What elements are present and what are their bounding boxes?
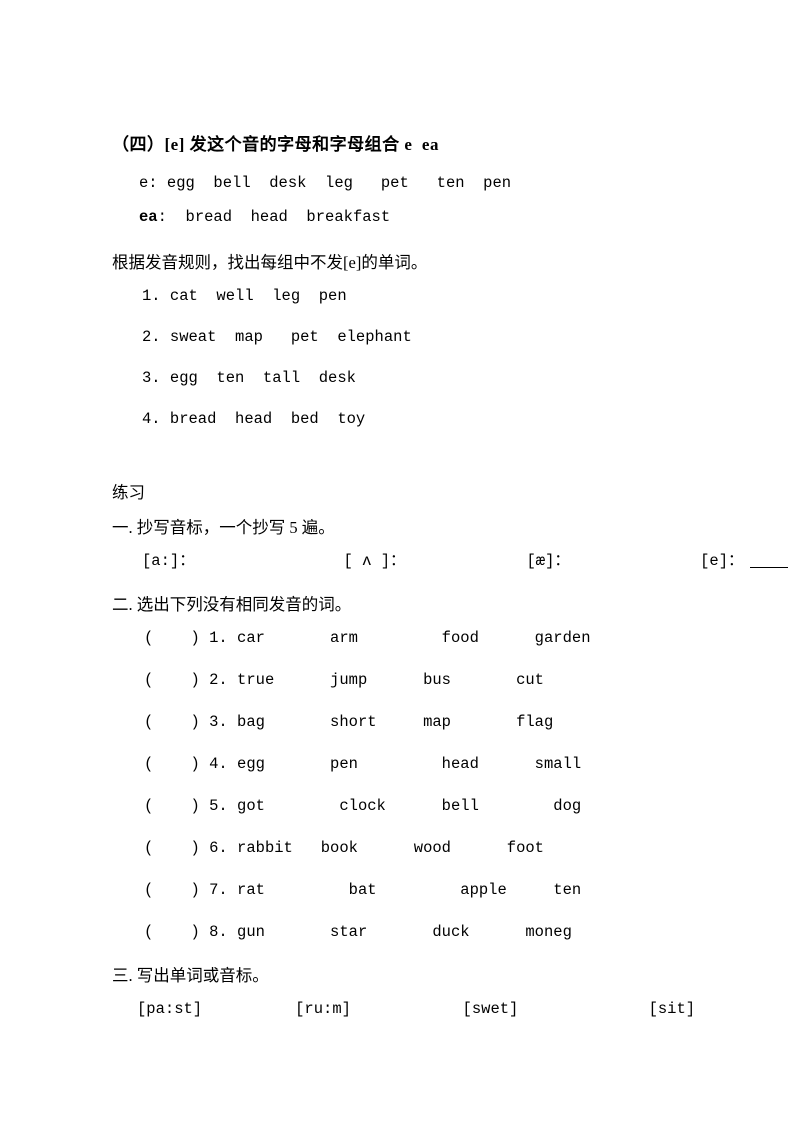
choice-number	[200, 881, 209, 899]
phonetic-symbol-caret: [ ʌ ]：	[343, 552, 406, 570]
worksheet-content: （四）[e] 发这个音的字母和字母组合 e ea e: egg bell des…	[112, 132, 788, 1020]
choice-bracket[interactable]: ( )	[144, 713, 200, 731]
choice-number	[200, 755, 209, 773]
section-two-title: 二. 选出下列没有相同发音的词。	[112, 595, 352, 614]
section-three-phonetics: [pa:st] [ru:m] [swet] [sit]	[137, 1000, 696, 1018]
choice-number-label: 7.	[209, 881, 228, 899]
exercises-title: 练习	[112, 483, 145, 502]
choice-number	[200, 839, 209, 857]
choice-row: ( ) 6. rabbit book wood foot	[112, 837, 732, 859]
choice-number	[200, 671, 209, 689]
choice-words: true jump bus cut	[227, 671, 544, 689]
phonetic-copy-row: [a:]： [ ʌ ]： [æ]： [e]：	[112, 550, 788, 572]
choice-number-label: 1.	[209, 629, 228, 647]
phonetic-symbol-ae: [æ]：	[526, 552, 570, 570]
choice-number	[200, 923, 209, 941]
choice-bracket[interactable]: ( )	[144, 839, 200, 857]
choice-words: rabbit book wood foot	[227, 839, 544, 857]
phonetic-symbol-a: [a:]：	[142, 552, 195, 570]
instruction-text: 根据发音规则，找出每组中不发[e]的单词。	[112, 253, 428, 272]
choice-row: ( ) 5. got clock bell dog	[112, 795, 732, 817]
word-group-item: 2. sweat map pet elephant	[142, 328, 412, 346]
choice-words: egg pen head small	[227, 755, 582, 773]
choice-words: bag short map flag	[227, 713, 554, 731]
choice-bracket[interactable]: ( )	[144, 797, 200, 815]
choice-row: ( ) 3. bag short map flag	[112, 711, 732, 733]
letter-group-ea: ea: bread head breakfast	[112, 206, 732, 228]
choice-row: ( ) 7. rat bat apple ten	[112, 879, 732, 901]
choice-words: rat bat apple ten	[227, 881, 582, 899]
choice-bracket[interactable]: ( )	[144, 671, 200, 689]
choice-bracket[interactable]: ( )	[144, 881, 200, 899]
word-group-item: 3. egg ten tall desk	[142, 369, 356, 387]
choice-number	[200, 713, 209, 731]
page-title: （四）[e] 发这个音的字母和字母组合 e ea	[112, 135, 439, 154]
choice-row: ( ) 8. gun star duck moneg	[112, 921, 732, 943]
choice-row: ( ) 2. true jump bus cut	[112, 669, 732, 691]
phonetic-gap	[195, 552, 344, 570]
phonetic-gap	[406, 552, 527, 570]
word-group-item: 1. cat well leg pen	[142, 287, 347, 305]
section-one-title: 一. 抄写音标，一个抄写 5 遍。	[112, 518, 335, 537]
word-group-item: 4. bread head bed toy	[142, 410, 366, 428]
phonetic-gap	[570, 552, 700, 570]
answer-blank[interactable]	[749, 567, 788, 568]
letter-group-ea-words: : bread head breakfast	[157, 208, 391, 226]
choice-bracket[interactable]: ( )	[144, 923, 200, 941]
choice-number-label: 8.	[209, 923, 228, 941]
choice-number-label: 2.	[209, 671, 228, 689]
choice-number-label: 5.	[209, 797, 228, 815]
letter-group-e-label: e:	[139, 174, 158, 192]
choice-number	[200, 629, 209, 647]
choice-row: ( ) 1. car arm food garden	[112, 627, 732, 649]
choice-number	[200, 797, 209, 815]
letter-group-e-words: egg bell desk leg pet ten pen	[157, 174, 512, 192]
choice-words: got clock bell dog	[227, 797, 582, 815]
choice-number-label: 3.	[209, 713, 228, 731]
phonetic-symbol-e: [e]：	[700, 552, 744, 570]
choice-row: ( ) 4. egg pen head small	[112, 753, 732, 775]
worksheet-page: （四）[e] 发这个音的字母和字母组合 e ea e: egg bell des…	[0, 0, 794, 1123]
section-three-title: 三. 写出单词或音标。	[112, 966, 269, 985]
choice-bracket[interactable]: ( )	[144, 755, 200, 773]
letter-group-e: e: egg bell desk leg pet ten pen	[112, 172, 732, 194]
choice-number-label: 4.	[209, 755, 228, 773]
letter-group-ea-label: ea	[139, 208, 158, 226]
choice-bracket[interactable]: ( )	[144, 629, 200, 647]
choice-words: car arm food garden	[227, 629, 591, 647]
choice-words: gun star duck moneg	[227, 923, 572, 941]
choice-number-label: 6.	[209, 839, 228, 857]
